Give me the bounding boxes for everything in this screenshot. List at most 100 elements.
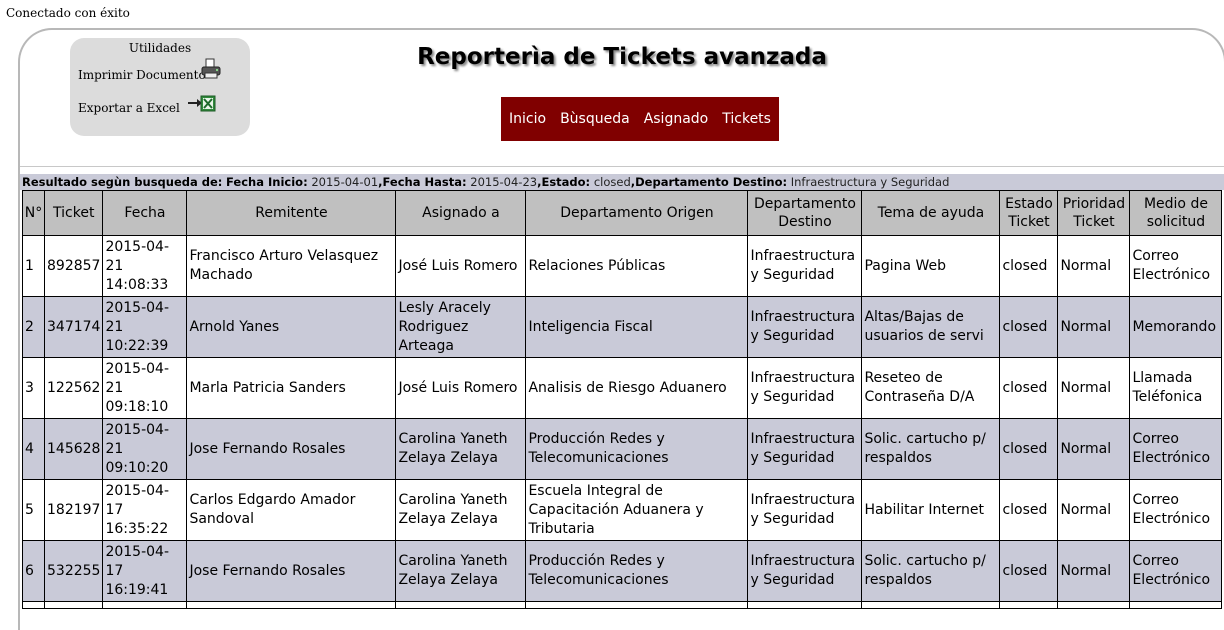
nav-inicio[interactable]: Inicio bbox=[509, 111, 546, 127]
table-cell: 122562 bbox=[43, 357, 104, 419]
table-cell: Marla Patricia Sanders bbox=[186, 357, 397, 419]
table-row[interactable]: 3 122562 2015-04-21 09:18:10 Marla Patricia… bbox=[22, 357, 1223, 419]
table-cell: Carlos Edgardo Amador Sandoval bbox=[186, 479, 397, 541]
table-cell bbox=[22, 601, 45, 609]
table-cell: Escuela Integral de Capacitación Aduaner… bbox=[525, 479, 749, 541]
table-cell: closed bbox=[999, 418, 1059, 480]
table-cell: Producción Redes y Telecomunicaciones bbox=[525, 540, 749, 602]
table-row[interactable]: 1 892857 2015-04-21 14:08:33 Francisco Artu… bbox=[22, 235, 1223, 297]
table-cell: Carolina Yaneth Zelaya Zelaya bbox=[395, 418, 527, 480]
column-header: Departamento Origen bbox=[525, 190, 749, 236]
table-cell: closed bbox=[999, 357, 1059, 419]
criteria-fecha-hasta-label: Fecha Hasta: bbox=[382, 175, 467, 189]
table-cell: Carolina Yaneth Zelaya Zelaya bbox=[395, 540, 527, 602]
table-cell bbox=[999, 601, 1059, 609]
column-header: Tema de ayuda bbox=[861, 190, 1001, 236]
table-cell: Normal bbox=[1057, 479, 1131, 541]
table-cell bbox=[861, 601, 1001, 609]
table-cell: 1 bbox=[22, 235, 45, 297]
table-cell: 2015-04-21 09:18:10 bbox=[102, 357, 188, 419]
table-cell: Infraestructura y Seguridad bbox=[747, 540, 863, 602]
table-cell: 5 bbox=[22, 479, 45, 541]
table-cell: Normal bbox=[1057, 418, 1131, 480]
table-cell: 347174 bbox=[43, 296, 104, 358]
criteria-depto-label: Departamento Destino: bbox=[635, 175, 788, 189]
table-cell: Normal bbox=[1057, 357, 1131, 419]
table-cell bbox=[747, 601, 863, 609]
table-cell: 2 bbox=[22, 296, 45, 358]
export-excel-link[interactable]: Exportar a Excel bbox=[78, 101, 180, 115]
table-cell bbox=[395, 601, 527, 609]
table-cell bbox=[186, 601, 397, 609]
nav-busqueda[interactable]: Bùsqueda bbox=[560, 111, 630, 127]
column-header: Medio de solicitud bbox=[1129, 190, 1223, 236]
column-header: Prioridad Ticket bbox=[1057, 190, 1131, 236]
print-document-link[interactable]: Imprimir Documento bbox=[78, 68, 206, 82]
table-cell bbox=[43, 601, 104, 609]
table-cell: Francisco Arturo Velasquez Machado bbox=[186, 235, 397, 297]
criteria-estado-label: Estado: bbox=[541, 175, 591, 189]
status-message: Conectado con éxito bbox=[6, 6, 130, 20]
table-cell: Infraestructura y Seguridad bbox=[747, 357, 863, 419]
search-criteria: Resultado segùn busqueda de: Fecha Inici… bbox=[20, 174, 1224, 190]
column-header: Ticket bbox=[43, 190, 104, 236]
table-cell: Correo Electrónico bbox=[1129, 418, 1223, 480]
table-cell: closed bbox=[999, 479, 1059, 541]
table-cell: Analisis de Riesgo Aduanero bbox=[525, 357, 749, 419]
nav-asignado[interactable]: Asignado bbox=[644, 111, 709, 127]
table-cell: Infraestructura y Seguridad bbox=[747, 479, 863, 541]
table-cell: 2015-04-17 16:19:41 bbox=[102, 540, 188, 602]
table-cell: closed bbox=[999, 235, 1059, 297]
report-frame: Utilidades Imprimir Documento Exportar a… bbox=[18, 28, 1224, 630]
table-cell: Reseteo de Contraseña D/A bbox=[861, 357, 1001, 419]
column-header: Remitente bbox=[186, 190, 397, 236]
criteria-fecha-hasta: 2015-04-23 bbox=[470, 175, 538, 189]
table-cell bbox=[1129, 601, 1223, 609]
column-header: Departamento Destino bbox=[747, 190, 863, 236]
nav-tickets[interactable]: Tickets bbox=[722, 111, 771, 127]
page-title: Reporterìa de Tickets avanzada bbox=[417, 44, 827, 70]
table-cell: 532255 bbox=[43, 540, 104, 602]
table-cell: 3 bbox=[22, 357, 45, 419]
table-cell: Inteligencia Fiscal bbox=[525, 296, 749, 358]
column-header: N° bbox=[22, 190, 45, 236]
results-table: N° Ticket Fecha Remitente Asignado a Departam… bbox=[22, 190, 1223, 609]
table-row[interactable]: 5 182197 2015-04-17 16:35:22 Carlos Edgardo… bbox=[22, 479, 1223, 541]
criteria-fecha-inicio-label: Fecha Inicio: bbox=[226, 175, 308, 189]
table-cell: 145628 bbox=[43, 418, 104, 480]
column-header: Estado Ticket bbox=[999, 190, 1059, 236]
table-cell: José Luis Romero bbox=[395, 235, 527, 297]
table-cell: Infraestructura y Seguridad bbox=[747, 235, 863, 297]
table-row[interactable]: 4 145628 2015-04-21 09:10:20 Jose Fernando … bbox=[22, 418, 1223, 480]
table-cell: 2015-04-21 14:08:33 bbox=[102, 235, 188, 297]
excel-export-icon[interactable] bbox=[187, 94, 217, 114]
table-cell: Altas/Bajas de usuarios de servi bbox=[861, 296, 1001, 358]
header-divider bbox=[20, 166, 1224, 167]
table-cell: closed bbox=[999, 540, 1059, 602]
criteria-prefix: Resultado segùn busqueda de: bbox=[22, 175, 223, 189]
table-cell: José Luis Romero bbox=[395, 357, 527, 419]
table-cell: Producción Redes y Telecomunicaciones bbox=[525, 418, 749, 480]
table-cell: 4 bbox=[22, 418, 45, 480]
table-cell: Infraestructura y Seguridad bbox=[747, 296, 863, 358]
table-cell: Normal bbox=[1057, 235, 1131, 297]
table-cell: closed bbox=[999, 296, 1059, 358]
table-cell: Infraestructura y Seguridad bbox=[747, 418, 863, 480]
table-cell: Jose Fernando Rosales bbox=[186, 540, 397, 602]
table-row[interactable]: 6 532255 2015-04-17 16:19:41 Jose Fernando … bbox=[22, 540, 1223, 602]
table-cell: Correo Electrónico bbox=[1129, 540, 1223, 602]
table-row[interactable] bbox=[22, 601, 1223, 609]
main-nav: Inicio Bùsqueda Asignado Tickets bbox=[501, 97, 779, 141]
table-cell: Relaciones Públicas bbox=[525, 235, 749, 297]
table-cell: Carolina Yaneth Zelaya Zelaya bbox=[395, 479, 527, 541]
table-cell bbox=[102, 601, 188, 609]
table-row[interactable]: 2 347174 2015-04-21 10:22:39 Arnold Yanes Le… bbox=[22, 296, 1223, 358]
table-cell: Solic. cartucho p/ respaldos bbox=[861, 540, 1001, 602]
criteria-depto: Infraestructura y Seguridad bbox=[790, 175, 950, 189]
table-header-row: N° Ticket Fecha Remitente Asignado a Departam… bbox=[22, 190, 1223, 236]
table-cell: 2015-04-17 16:35:22 bbox=[102, 479, 188, 541]
table-cell: Normal bbox=[1057, 296, 1131, 358]
table-cell: Jose Fernando Rosales bbox=[186, 418, 397, 480]
table-cell: Normal bbox=[1057, 540, 1131, 602]
table-cell: 6 bbox=[22, 540, 45, 602]
